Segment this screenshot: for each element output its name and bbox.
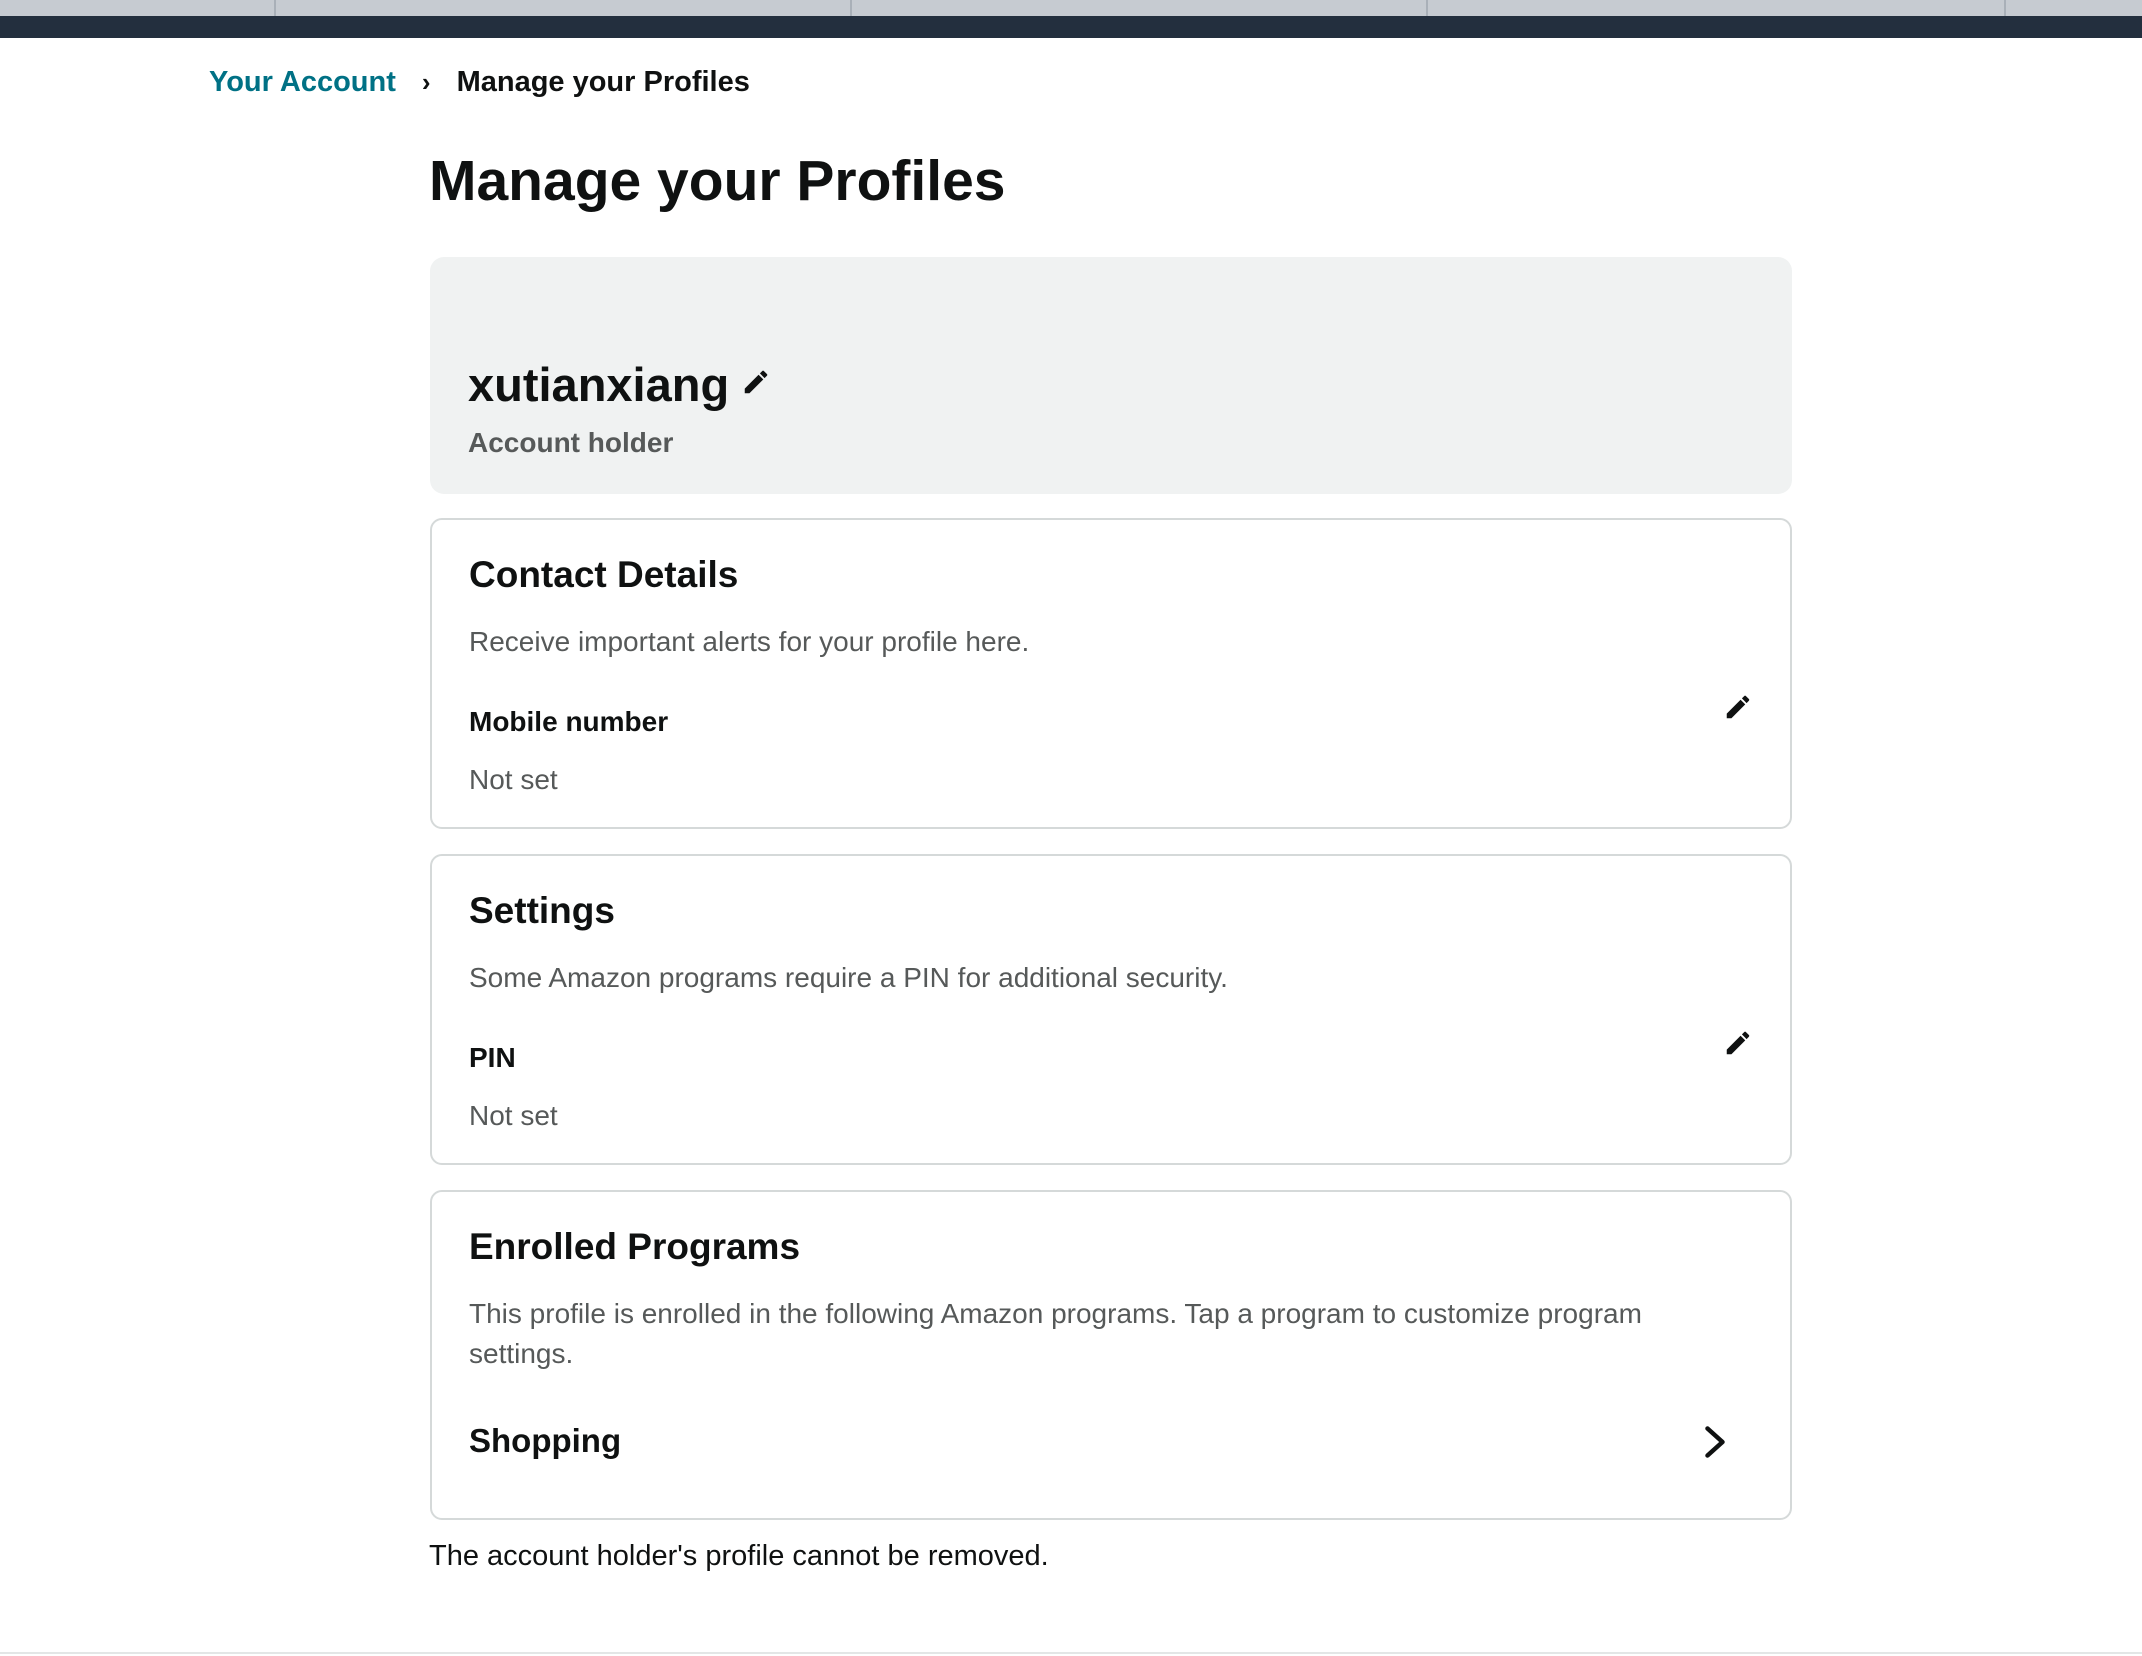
edit-mobile-number-pencil-icon[interactable]: [1723, 692, 1753, 722]
profile-role: Account holder: [468, 427, 674, 458]
browser-tab-strip: [0, 0, 2142, 16]
enrolled-programs-title: Enrolled Programs: [469, 1226, 801, 1267]
enrolled-programs-description: This profile is enrolled in the followin…: [469, 1298, 1642, 1369]
settings-description: Some Amazon programs require a PIN for a…: [469, 962, 1228, 993]
profile-name-row: xutianxiang: [468, 357, 771, 412]
profile-name: xutianxiang: [468, 358, 730, 411]
breadcrumb-separator: ›: [421, 67, 431, 97]
settings-card: Settings Some Amazon programs require a …: [430, 854, 1792, 1165]
settings-title: Settings: [469, 890, 615, 931]
tab-divider: [850, 0, 852, 16]
tab-divider: [1426, 0, 1428, 16]
edit-profile-name-pencil-icon[interactable]: [741, 367, 771, 397]
site-nav-bar: [0, 16, 2142, 38]
pin-label: PIN: [469, 1042, 516, 1073]
edit-pin-pencil-icon[interactable]: [1723, 1028, 1753, 1058]
footer-note: The account holder's profile cannot be r…: [429, 1540, 1049, 1572]
breadcrumb: Your Account › Manage your Profiles: [209, 66, 750, 99]
program-row-shopping[interactable]: Shopping: [432, 1410, 1790, 1480]
page-title: Manage your Profiles: [429, 149, 1006, 213]
breadcrumb-your-account-link[interactable]: Your Account: [209, 66, 396, 99]
pin-value: Not set: [469, 1100, 558, 1131]
tab-divider: [2004, 0, 2006, 16]
bottom-divider: [0, 1652, 2142, 1654]
mobile-number-label: Mobile number: [469, 706, 669, 737]
mobile-number-value: Not set: [469, 764, 558, 795]
program-label: Shopping: [469, 1422, 622, 1459]
contact-details-description: Receive important alerts for your profil…: [469, 626, 1030, 657]
tab-divider: [274, 0, 276, 16]
breadcrumb-current: Manage your Profiles: [456, 66, 750, 98]
contact-details-title: Contact Details: [469, 554, 739, 595]
enrolled-programs-card: Enrolled Programs This profile is enroll…: [430, 1190, 1792, 1520]
chevron-right-icon: [1705, 1426, 1725, 1458]
profile-header-card: xutianxiang Account holder: [430, 257, 1792, 494]
contact-details-card: Contact Details Receive important alerts…: [430, 518, 1792, 829]
